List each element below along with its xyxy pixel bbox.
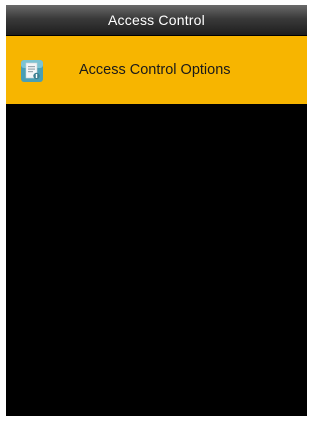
title-bar: Access Control [6,5,307,36]
menu-list: Access Control Options [6,36,307,104]
device-screen: Access Control Access Control Options [6,5,307,416]
menu-item-access-control-options[interactable]: Access Control Options [6,36,307,104]
menu-item-label: Access Control Options [79,62,231,78]
access-control-document-icon [20,59,44,83]
page-title: Access Control [108,12,205,28]
